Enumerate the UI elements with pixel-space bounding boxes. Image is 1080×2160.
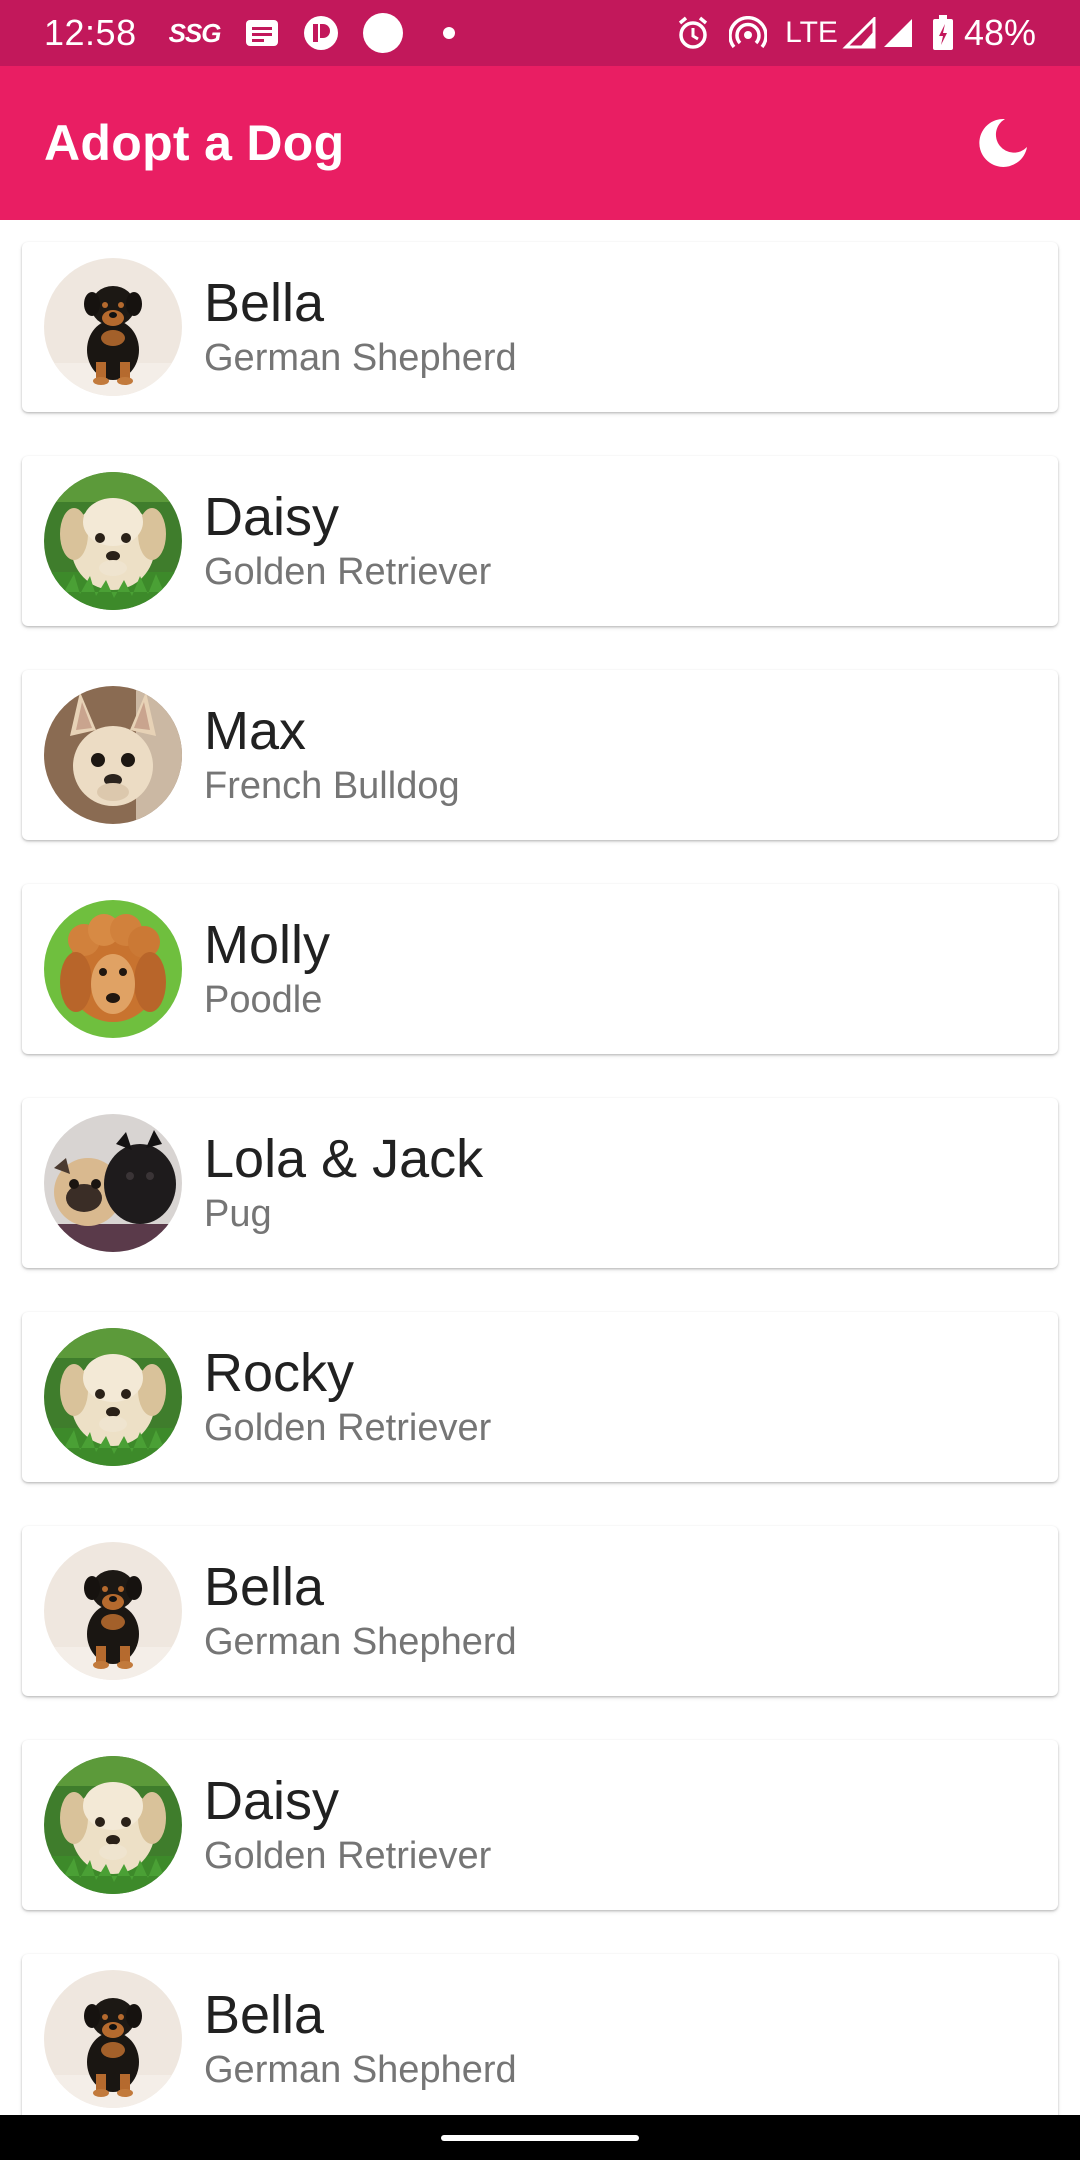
dog-photo [44,1542,182,1680]
dark-mode-toggle-button[interactable] [970,110,1036,176]
dog-name: Daisy [204,487,340,548]
circle-icon [362,13,403,53]
app-bar: Adopt a Dog [0,66,1080,220]
battery-percent: 48% [963,12,1036,53]
dog-card[interactable]: Max French Bulldog [22,670,1058,840]
dog-name: Bella [204,1985,325,2046]
battery-icon [932,15,954,51]
dog-breed: Golden Retriever [204,551,492,594]
dog-name: Max [204,701,307,762]
dog-name: Rocky [204,1343,355,1404]
dog-text: Daisy Golden Retriever [204,1770,491,1880]
dog-photo [44,1328,182,1466]
dog-photo [44,258,182,396]
app-title: Adopt a Dog [44,115,345,171]
dog-card[interactable]: Bella German Shepherd [22,242,1058,412]
dog-text: Rocky Golden Retriever [204,1342,491,1452]
dog-breed: Poodle [204,979,323,1022]
signal-icon [842,17,876,49]
dog-text: Bella German Shepherd [204,272,517,382]
dog-card[interactable]: Daisy Golden Retriever [22,456,1058,626]
dog-name: Molly [204,915,331,976]
status-right: LTE 48% [657,0,1036,66]
dog-text: Molly Poodle [204,914,330,1024]
home-gesture-handle[interactable] [441,2134,639,2141]
hotspot-icon [729,16,768,50]
message-icon [245,18,279,48]
moon-icon [979,118,1027,167]
dog-breed: German Shepherd [204,2049,517,2092]
dog-card[interactable]: Lola & Jack Pug [22,1098,1058,1268]
alarm-icon [675,15,711,51]
dog-breed: German Shepherd [204,337,517,380]
dog-breed: Golden Retriever [204,1835,492,1878]
dog-photo [44,686,182,824]
signal-icon-2 [880,17,914,49]
dog-name: Bella [204,1557,325,1618]
dog-photo [44,472,182,610]
dog-photo [44,1970,182,2108]
dog-breed: French Bulldog [204,765,460,808]
dog-list[interactable]: Bella German Shepherd Daisy Golden Retri… [0,220,1080,2115]
dog-breed: German Shepherd [204,1621,517,1664]
dog-text: Max French Bulldog [204,700,460,810]
carrier-icon: SSG [168,17,222,48]
dog-photo [44,1114,182,1252]
dog-card[interactable]: Rocky Golden Retriever [22,1312,1058,1482]
dog-breed: Golden Retriever [204,1407,492,1450]
dog-name: Daisy [204,1771,340,1832]
dog-card[interactable]: Bella German Shepherd [22,1526,1058,1696]
status-left: 12:58 SSG [44,0,455,66]
dog-card[interactable]: Daisy Golden Retriever [22,1740,1058,1910]
dog-photo [44,900,182,1038]
dog-text: Daisy Golden Retriever [204,486,491,596]
dog-text: Bella German Shepherd [204,1984,517,2094]
status-time: 12:58 [44,12,137,53]
dot-icon [442,27,455,39]
dog-name: Bella [204,273,325,334]
dog-text: Bella German Shepherd [204,1556,517,1666]
network-type: LTE [785,16,838,49]
dog-card[interactable]: Bella German Shepherd [22,1954,1058,2115]
app-screen: 12:58 SSG LTE 48% Adopt a Dog Bella Germ… [0,0,1080,2160]
status-bar: 12:58 SSG LTE 48% [0,0,1080,66]
navigation-bar [0,2115,1080,2160]
dog-text: Lola & Jack Pug [204,1128,483,1238]
dog-card[interactable]: Molly Poodle [22,884,1058,1054]
dog-name: Lola & Jack [204,1129,484,1190]
app-icon [303,15,339,51]
dog-photo [44,1756,182,1894]
dog-breed: Pug [204,1193,272,1236]
